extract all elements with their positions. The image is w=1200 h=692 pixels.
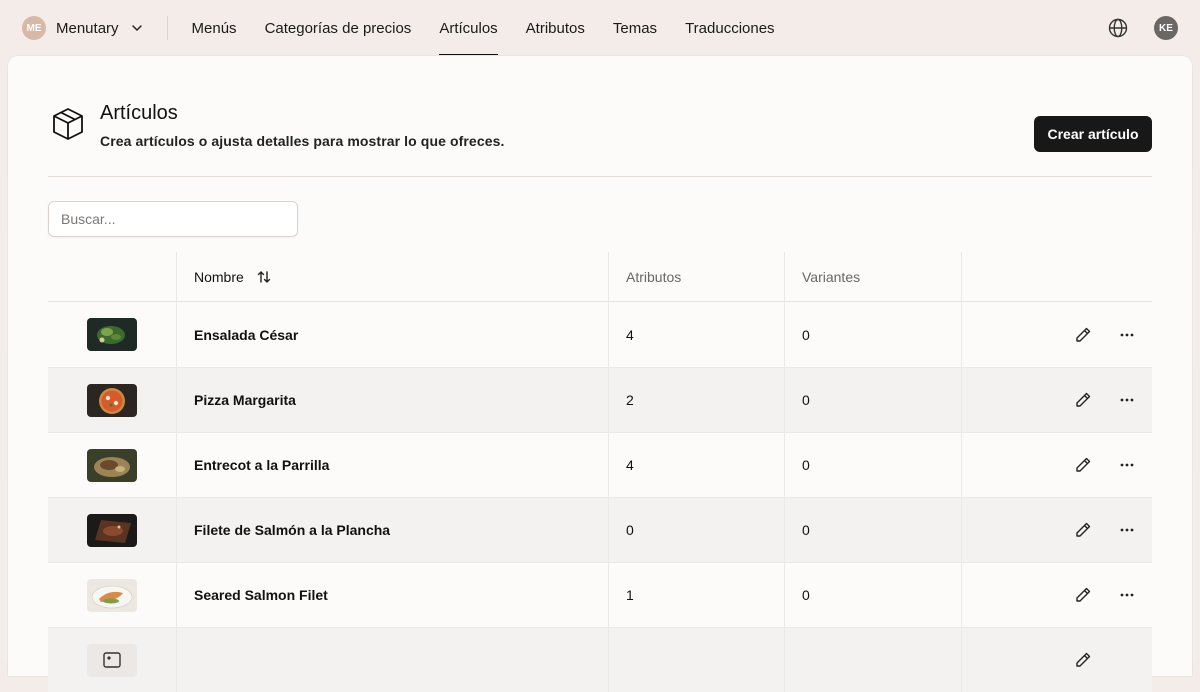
name-column-label: Nombre [194,268,244,285]
row-actions [961,498,1152,562]
article-name [176,628,608,692]
more-options-icon[interactable] [1118,586,1136,604]
package-icon [50,106,86,142]
table-header: Nombre Atributos Variantes [48,252,1152,302]
main-panel: Artículos Crea artículos o ajusta detall… [8,56,1192,692]
salmon-board-photo [87,513,137,547]
salmon-plate-photo [87,578,137,612]
more-options-icon[interactable] [1118,326,1136,344]
attributes-count: 4 [608,302,784,367]
page-title: Artículos [100,102,178,124]
pizza-photo [87,383,137,417]
sort-arrows-icon[interactable] [256,269,272,285]
table-row[interactable]: Ensalada César 4 0 [48,302,1152,367]
table-row[interactable] [48,627,1152,692]
nav-link-price-categories[interactable]: Categorías de precios [251,0,426,56]
nav-link-attributes[interactable]: Atributos [512,0,599,56]
table-row[interactable]: Pizza Margarita 2 0 [48,367,1152,432]
row-actions [961,628,1152,692]
variants-count: 0 [784,498,961,562]
thumbnail-cell [48,563,176,627]
more-options-icon[interactable] [1118,391,1136,409]
actions-column-header [961,252,1152,301]
name-column-header[interactable]: Nombre [176,252,608,301]
article-name: Seared Salmon Filet [176,563,608,627]
nav-link-menus[interactable]: Menús [178,0,251,56]
edit-pencil-icon[interactable] [1074,521,1092,539]
attributes-count: 4 [608,433,784,497]
nav-links: Menús Categorías de precios Artículos At… [178,0,789,56]
row-actions [961,563,1152,627]
edit-pencil-icon[interactable] [1074,326,1092,344]
row-actions [961,433,1152,497]
organization-name: Menutary [56,19,119,37]
nav-link-articles[interactable]: Artículos [425,0,511,56]
article-name: Entrecot a la Parrilla [176,433,608,497]
organization-avatar: ME [22,16,46,40]
organization-switcher[interactable]: ME Menutary [22,16,143,40]
page-subtitle: Crea artículos o ajusta detalles para mo… [100,133,505,149]
more-options-icon[interactable] [1118,651,1136,669]
table-row[interactable]: Filete de Salmón a la Plancha 0 0 [48,497,1152,562]
globe-icon[interactable] [1107,17,1129,39]
edit-pencil-icon[interactable] [1074,456,1092,474]
attributes-count: 0 [608,498,784,562]
image-column-header [48,252,176,301]
thumbnail-cell [48,433,176,497]
attributes-count: 2 [608,368,784,432]
thumbnail-cell [48,498,176,562]
variants-count [784,628,961,692]
attributes-count [608,628,784,692]
user-avatar[interactable]: KE [1154,16,1178,40]
more-options-icon[interactable] [1118,456,1136,474]
top-navigation: ME Menutary Menús Categorías de precios … [0,0,1200,56]
chevron-down-icon [131,22,143,34]
table-row[interactable]: Entrecot a la Parrilla 4 0 [48,432,1152,497]
row-actions [961,368,1152,432]
variants-count: 0 [784,433,961,497]
image-placeholder-icon [87,643,137,677]
steak-photo [87,448,137,482]
edit-pencil-icon[interactable] [1074,651,1092,669]
articles-table: Nombre Atributos Variantes Ensalada Césa… [48,252,1152,692]
variants-column-header: Variantes [784,252,961,301]
thumbnail-cell [48,628,176,692]
article-name: Ensalada César [176,302,608,367]
more-options-icon[interactable] [1118,521,1136,539]
table-row[interactable]: Seared Salmon Filet 1 0 [48,562,1152,627]
header-divider [48,176,1152,177]
thumbnail-cell [48,302,176,367]
article-name: Pizza Margarita [176,368,608,432]
attributes-column-header: Atributos [608,252,784,301]
variants-count: 0 [784,302,961,367]
edit-pencil-icon[interactable] [1074,586,1092,604]
variants-count: 0 [784,368,961,432]
nav-divider [166,16,168,40]
thumbnail-cell [48,368,176,432]
search-input[interactable] [48,201,298,237]
attributes-count: 1 [608,563,784,627]
create-article-button[interactable]: Crear artículo [1034,116,1152,152]
variants-count: 0 [784,563,961,627]
article-name: Filete de Salmón a la Plancha [176,498,608,562]
nav-link-translations[interactable]: Traducciones [671,0,789,56]
nav-link-themes[interactable]: Temas [599,0,671,56]
row-actions [961,302,1152,367]
salad-photo [87,318,137,351]
edit-pencil-icon[interactable] [1074,391,1092,409]
